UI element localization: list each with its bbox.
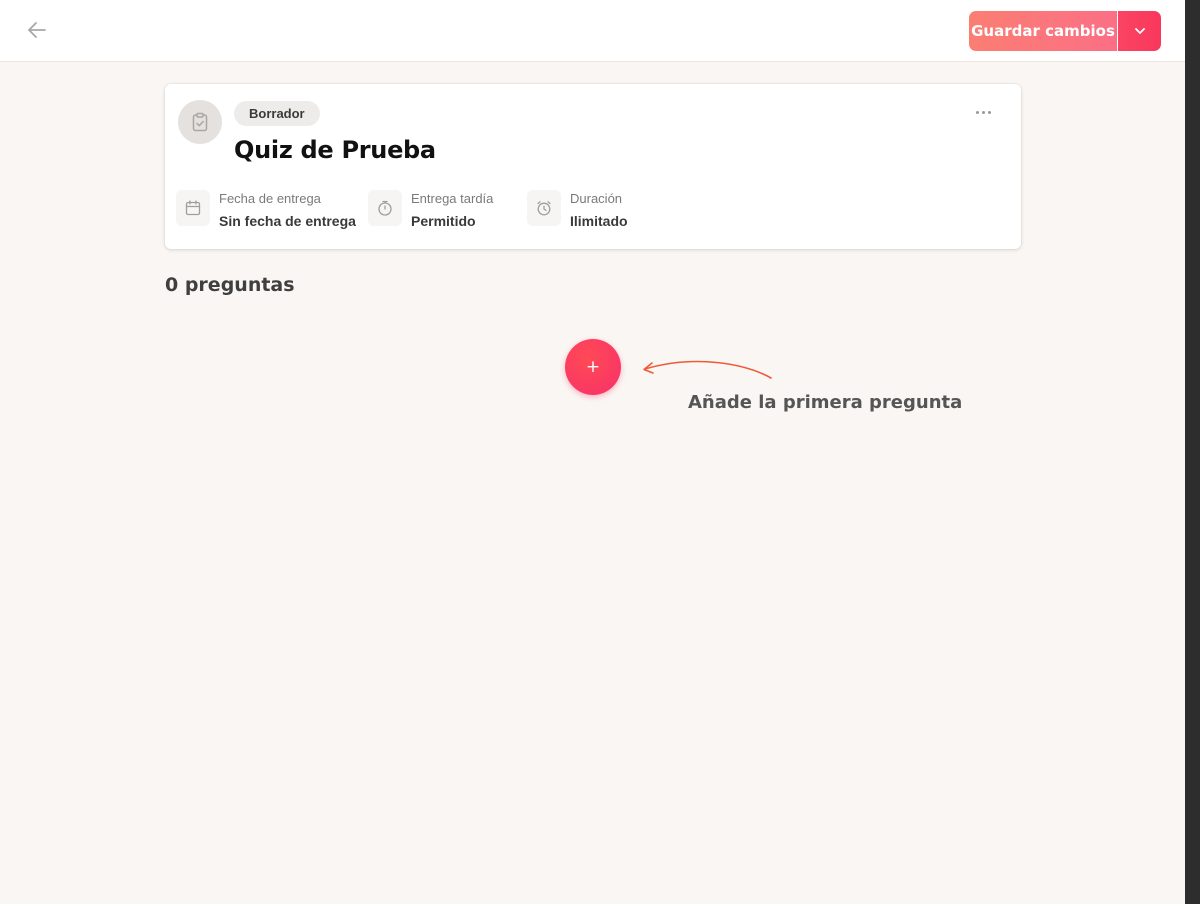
scrollbar[interactable] — [1185, 0, 1200, 904]
meta-due-date[interactable]: Fecha de entrega Sin fecha de entrega — [176, 190, 356, 230]
more-horizontal-icon — [975, 110, 979, 114]
arrow-left-icon — [28, 22, 46, 38]
calendar-icon — [176, 190, 210, 226]
curved-arrow-icon — [643, 360, 772, 379]
save-options-button[interactable] — [1118, 11, 1161, 51]
clipboard-check-icon — [192, 112, 208, 132]
more-horizontal-icon — [981, 110, 985, 114]
meta-label: Entrega tardía — [411, 191, 494, 206]
stopwatch-icon — [368, 190, 402, 226]
quiz-editor: Guardar cambios Borrador Quiz de Prueba — [0, 0, 1185, 904]
alarm-clock-icon — [527, 190, 561, 226]
question-count: 0 preguntas — [165, 274, 295, 296]
more-horizontal-icon — [987, 110, 991, 114]
meta-label: Duración — [570, 191, 623, 206]
meta-duration[interactable]: Duración Ilimitado — [527, 190, 628, 230]
quiz-card: Borrador Quiz de Prueba Fecha de entrega… — [165, 84, 1021, 249]
top-bar: Guardar cambios — [0, 0, 1185, 62]
back-button[interactable] — [24, 17, 50, 43]
add-question-button[interactable]: + — [565, 339, 621, 395]
add-question-hint: Añade la primera pregunta — [688, 392, 963, 413]
quiz-avatar — [178, 100, 222, 144]
meta-value: Permitido — [411, 213, 476, 229]
more-options-button[interactable] — [970, 102, 996, 122]
quiz-title: Quiz de Prueba — [234, 136, 436, 164]
meta-value: Sin fecha de entrega — [219, 213, 356, 229]
meta-label: Fecha de entrega — [219, 191, 321, 206]
save-button-group: Guardar cambios — [969, 11, 1161, 51]
meta-late-submission[interactable]: Entrega tardía Permitido — [368, 190, 493, 230]
chevron-down-icon — [1134, 28, 1145, 34]
meta-value: Ilimitado — [570, 213, 628, 229]
status-badge: Borrador — [234, 101, 320, 126]
save-button[interactable]: Guardar cambios — [969, 11, 1117, 51]
